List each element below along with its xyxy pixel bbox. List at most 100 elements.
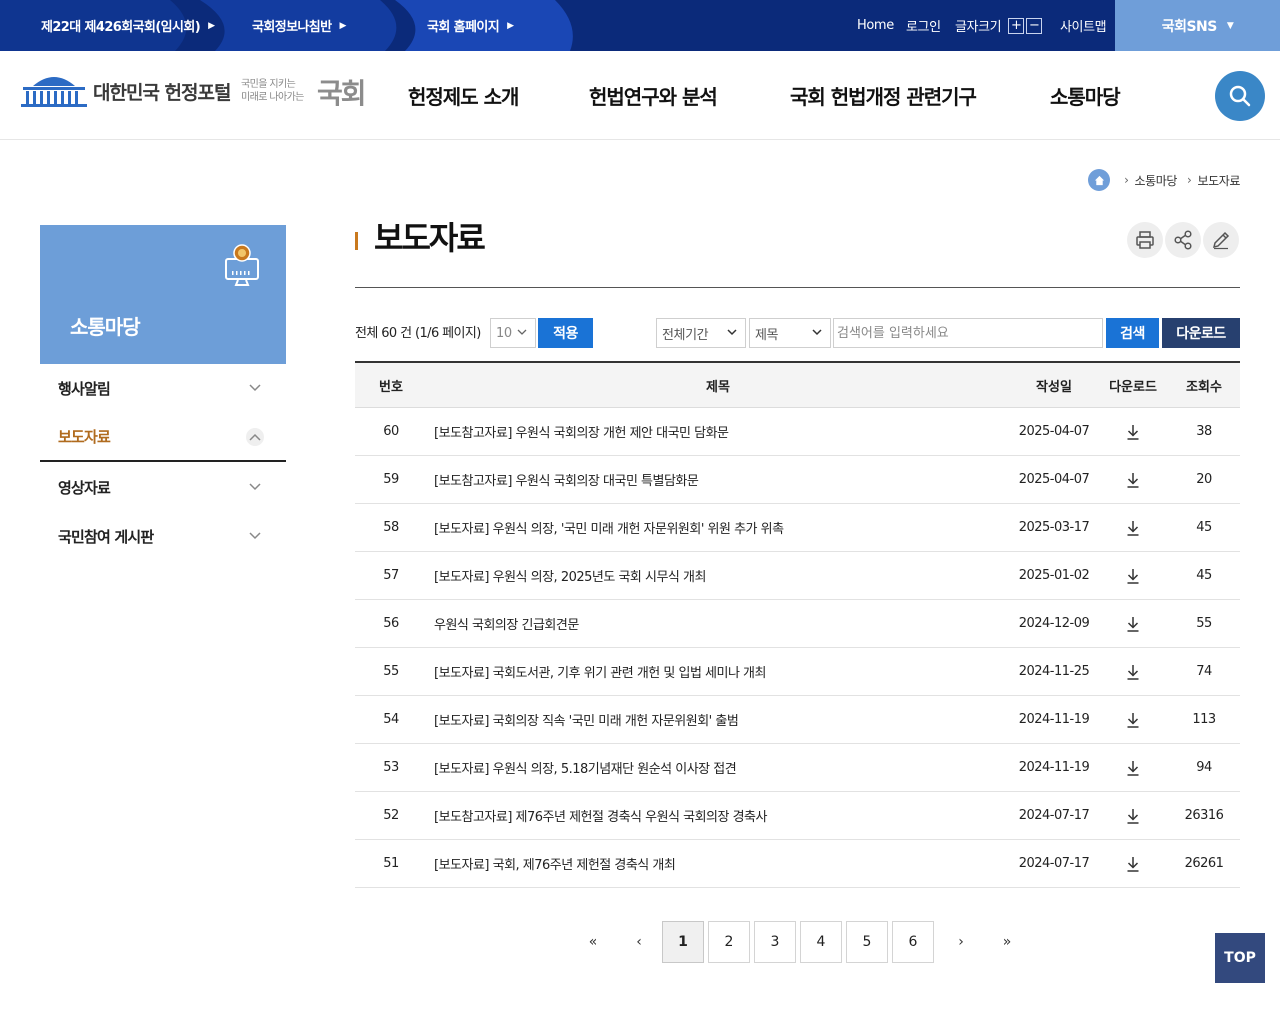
row-title-link[interactable]: [보도참고자료] 제76주년 제헌절 경축식 우원식 국회의장 경축사 xyxy=(434,792,1014,839)
chevron-down-icon xyxy=(246,379,264,397)
share-button[interactable] xyxy=(1165,222,1201,258)
logo-text: 대한민국 헌정포털 xyxy=(93,82,231,104)
prev-page-button[interactable]: ‹ xyxy=(616,921,662,963)
last-page-button[interactable]: » xyxy=(984,921,1030,963)
edit-button[interactable] xyxy=(1203,222,1239,258)
chevron-down-icon xyxy=(811,326,823,342)
row-number: 57 xyxy=(383,568,399,583)
row-title-link[interactable]: [보도자료] 우원식 의장, 2025년도 국회 시무식 개최 xyxy=(434,552,1014,599)
row-download-button[interactable] xyxy=(1103,456,1163,503)
topbar-link-label: 국회정보나침반 xyxy=(252,20,332,35)
row-download-button[interactable] xyxy=(1103,792,1163,839)
page-number-button[interactable]: 1 xyxy=(662,921,704,963)
sidebar-item-events[interactable]: 행사알림 xyxy=(40,364,286,413)
page-size-select[interactable]: 10 xyxy=(490,318,536,348)
chevron-down-icon xyxy=(516,326,528,342)
row-views: 45 xyxy=(1196,520,1212,535)
topbar-link-label: 국회 홈페이지 xyxy=(427,20,500,35)
apply-button[interactable]: 적용 xyxy=(538,318,593,348)
row-number: 58 xyxy=(383,520,399,535)
row-views: 74 xyxy=(1196,664,1212,679)
chevron-down-icon xyxy=(246,478,264,496)
period-select[interactable]: 전체기간 xyxy=(656,318,746,348)
logo-slogan: 국민을 지키는 미래로 나아가는 xyxy=(241,78,304,104)
sidebar-title: 소통마당 xyxy=(70,315,141,339)
row-download-button[interactable] xyxy=(1103,408,1163,455)
scroll-top-button[interactable]: TOP xyxy=(1215,933,1265,983)
row-views: 20 xyxy=(1196,472,1212,487)
search-submit-button[interactable]: 검색 xyxy=(1106,318,1159,348)
search-button[interactable] xyxy=(1215,71,1265,121)
nav-item-research[interactable]: 헌법연구와 분석 xyxy=(589,51,718,140)
page-number-button[interactable]: 3 xyxy=(754,921,796,963)
row-views: 26261 xyxy=(1184,856,1224,871)
next-page-button[interactable]: › xyxy=(938,921,984,963)
row-views: 38 xyxy=(1196,424,1212,439)
home-link[interactable]: Home xyxy=(857,0,894,51)
site-logo[interactable]: 대한민국 헌정포털 국민을 지키는 미래로 나아가는 국회 xyxy=(21,72,367,112)
row-title-link[interactable]: [보도자료] 국회, 제76주년 제헌절 경축식 개최 xyxy=(434,840,1014,887)
row-number: 51 xyxy=(383,856,399,871)
row-number: 59 xyxy=(383,472,399,487)
topbar-link-session[interactable]: 제22대 제426회국회(임시회) ▶ xyxy=(41,0,215,51)
page-number-button[interactable]: 2 xyxy=(708,921,750,963)
print-icon xyxy=(1136,231,1154,249)
print-button[interactable] xyxy=(1127,222,1163,258)
login-link[interactable]: 로그인 xyxy=(906,0,941,51)
home-icon[interactable] xyxy=(1088,169,1111,191)
row-date: 2025-04-07 xyxy=(1018,424,1090,439)
row-title-link[interactable]: [보도자료] 국회도서관, 기후 위기 관련 개헌 및 입법 세미나 개최 xyxy=(434,648,1014,695)
font-increase-button[interactable]: + xyxy=(1008,17,1025,34)
search-field-select[interactable]: 제목 xyxy=(749,318,831,348)
page-number-button[interactable]: 5 xyxy=(846,921,888,963)
row-title-link[interactable]: [보도자료] 우원식 의장, '국민 미래 개헌 자문위원회' 위원 추가 위촉 xyxy=(434,504,1014,551)
row-date: 2024-12-09 xyxy=(1018,616,1090,631)
top-utility-bar: 제22대 제426회국회(임시회) ▶ 국회정보나침반 ▶ 국회 홈페이지 ▶ … xyxy=(0,0,1280,51)
nav-item-system-intro[interactable]: 헌정제도 소개 xyxy=(408,51,519,140)
sitemap-link[interactable]: 사이트맵 xyxy=(1060,0,1107,51)
font-decrease-button[interactable]: − xyxy=(1026,17,1043,34)
first-page-button[interactable]: « xyxy=(570,921,616,963)
sns-dropdown[interactable]: 국회SNS ▼ xyxy=(1115,0,1280,51)
topbar-link-compass[interactable]: 국회정보나침반 ▶ xyxy=(252,0,346,51)
chevron-right-icon: › xyxy=(1187,173,1192,187)
page-numbers: 123456 xyxy=(662,921,938,963)
sidebar-item-press-releases[interactable]: 보도자료 xyxy=(40,413,286,462)
row-date: 2024-11-19 xyxy=(1018,760,1090,775)
breadcrumb-item[interactable]: 소통마당 xyxy=(1134,172,1177,189)
row-download-button[interactable] xyxy=(1103,840,1163,887)
sidebar-item-public-board[interactable]: 국민참여 게시판 xyxy=(40,512,286,561)
row-download-button[interactable] xyxy=(1103,504,1163,551)
sidebar-item-videos[interactable]: 영상자료 xyxy=(40,463,286,512)
breadcrumb-item-current[interactable]: 보도자료 xyxy=(1197,172,1240,189)
row-title-link[interactable]: [보도참고자료] 우원식 국회의장 개헌 제안 대국민 담화문 xyxy=(434,408,1014,455)
row-date: 2024-07-17 xyxy=(1018,856,1090,871)
row-views: 94 xyxy=(1196,760,1212,775)
row-download-button[interactable] xyxy=(1103,696,1163,743)
font-size-label: 글자크기 xyxy=(955,20,1002,35)
row-download-button[interactable] xyxy=(1103,648,1163,695)
table-row: 58 [보도자료] 우원식 의장, '국민 미래 개헌 자문위원회' 위원 추가… xyxy=(355,504,1240,552)
row-title-link[interactable]: [보도참고자료] 우원식 국회의장 대국민 특별담화문 xyxy=(434,456,1014,503)
page-number-button[interactable]: 4 xyxy=(800,921,842,963)
row-title-link[interactable]: [보도자료] 우원식 의장, 5.18기념재단 원순석 이사장 접견 xyxy=(434,744,1014,791)
nav-item-amendment-bodies[interactable]: 국회 헌법개정 관련기구 xyxy=(790,51,977,140)
topbar-link-homepage[interactable]: 국회 홈페이지 ▶ xyxy=(427,0,514,51)
table-body: 60 [보도참고자료] 우원식 국회의장 개헌 제안 대국민 담화문 2025-… xyxy=(355,408,1240,888)
row-title-link[interactable]: 우원식 국회의장 긴급회견문 xyxy=(434,600,1014,647)
table-row: 52 [보도참고자료] 제76주년 제헌절 경축식 우원식 국회의장 경축사 2… xyxy=(355,792,1240,840)
monitor-emblem-icon xyxy=(225,244,259,286)
row-download-button[interactable] xyxy=(1103,744,1163,791)
chevron-up-icon xyxy=(246,428,264,446)
title-accent-bar xyxy=(355,232,358,250)
download-button[interactable]: 다운로드 xyxy=(1162,318,1240,348)
row-title-link[interactable]: [보도자료] 국회의장 직속 '국민 미래 개헌 자문위원회' 출범 xyxy=(434,696,1014,743)
search-icon xyxy=(1229,85,1251,107)
topbar-link-label: 제22대 제426회국회(임시회) xyxy=(41,20,201,35)
row-download-button[interactable] xyxy=(1103,552,1163,599)
download-icon xyxy=(1127,760,1139,776)
row-download-button[interactable] xyxy=(1103,600,1163,647)
search-input[interactable] xyxy=(833,318,1103,348)
nav-item-communication[interactable]: 소통마당 xyxy=(1050,51,1121,140)
page-number-button[interactable]: 6 xyxy=(892,921,934,963)
